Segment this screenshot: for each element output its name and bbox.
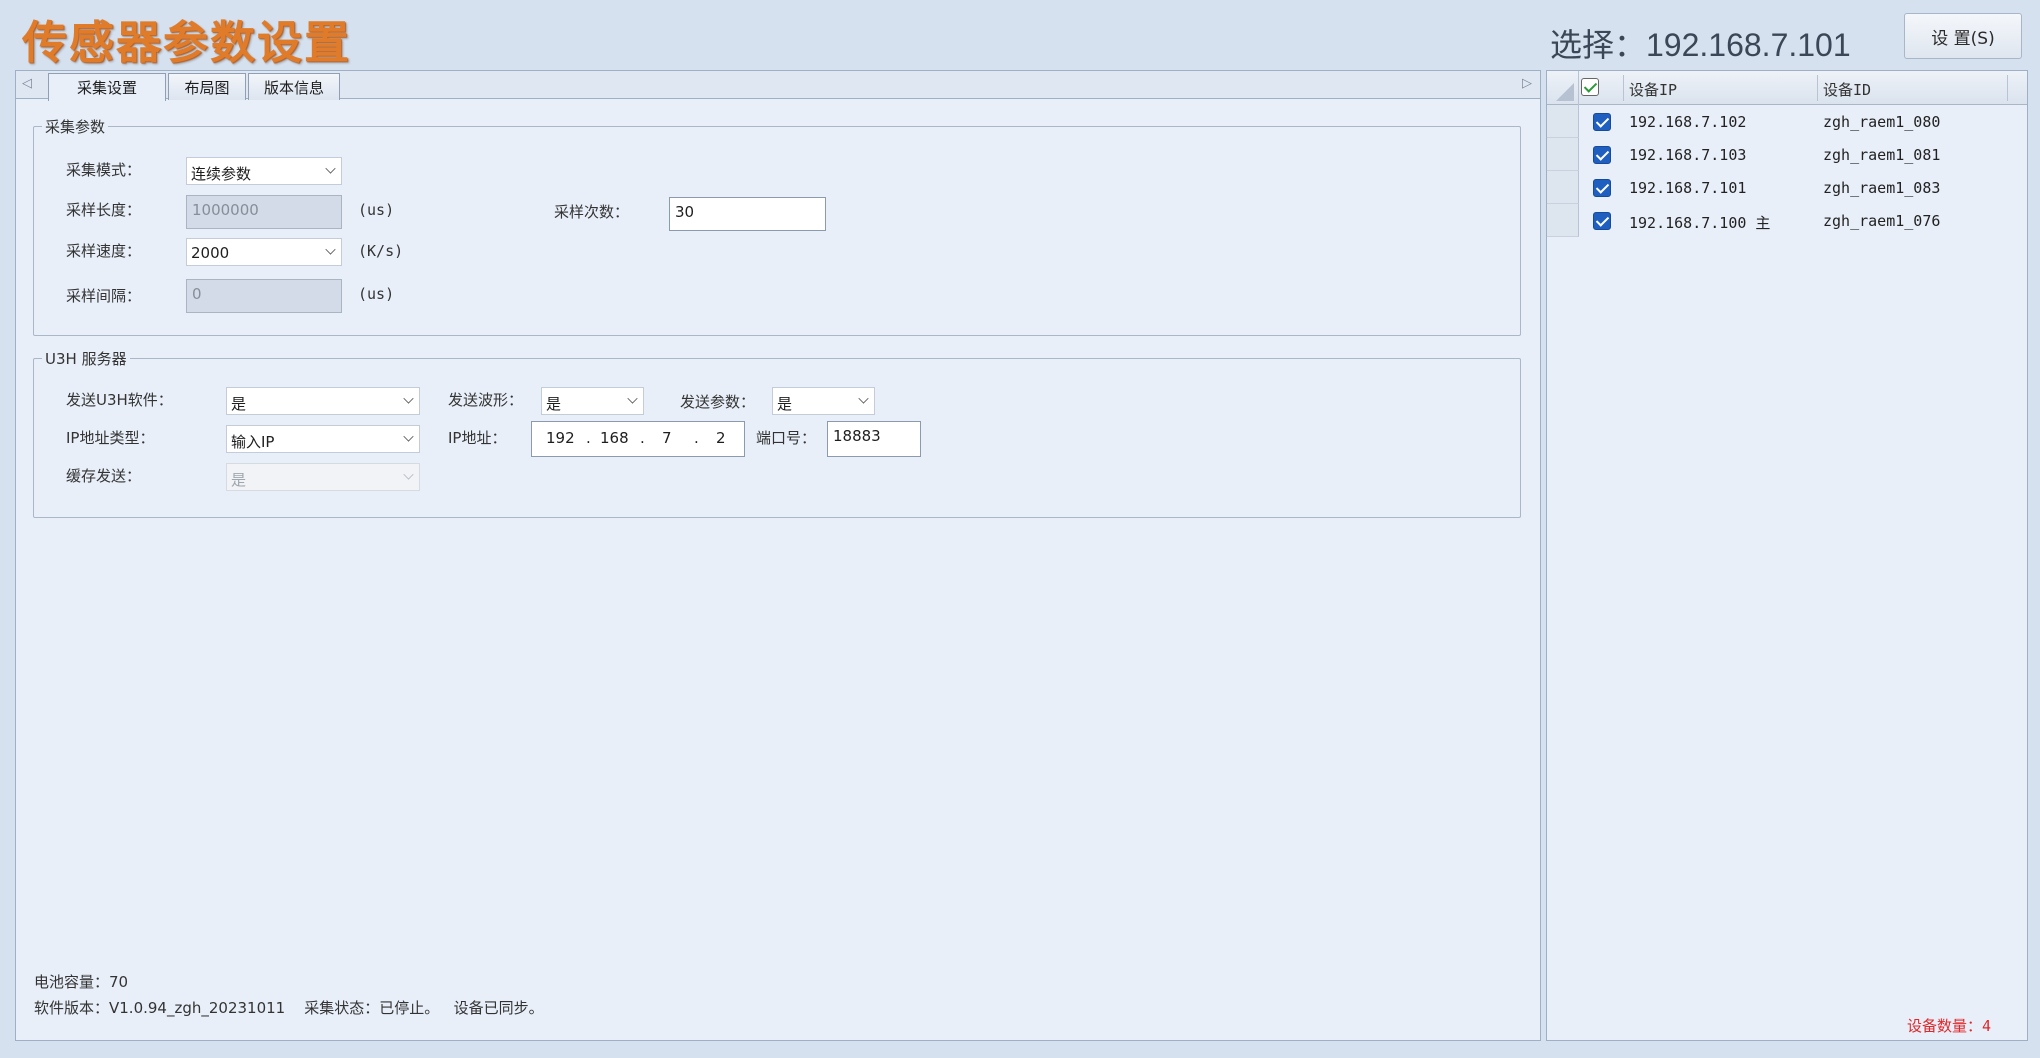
table-row[interactable]: 192.168.7.102 zgh_raem1_080 — [1547, 105, 2027, 138]
port-label: 端口号： — [756, 429, 817, 447]
device-id: zgh_raem1_080 — [1823, 113, 1941, 131]
send-wave-select[interactable]: 是 — [541, 387, 644, 415]
device-ip: 192.168.7.102 — [1629, 113, 1747, 131]
speed-select[interactable]: 2000 — [186, 238, 342, 266]
tab-bar: ◁ 采集设置 布局图 版本信息 ▷ — [16, 71, 1540, 101]
row-header[interactable] — [1547, 171, 1579, 204]
cache-value: 是 — [231, 471, 247, 489]
tab-scroll-right-icon[interactable]: ▷ — [1522, 76, 1532, 91]
count-label: 采样次数： — [554, 203, 630, 221]
mode-label: 采集模式： — [66, 161, 142, 179]
ip-type-select[interactable]: 输入IP — [226, 425, 420, 453]
length-field: 1000000 — [186, 195, 342, 229]
row-header[interactable] — [1547, 138, 1579, 171]
device-id: zgh_raem1_083 — [1823, 179, 1941, 197]
table-row[interactable]: 192.168.7.100 主 zgh_raem1_076 — [1547, 204, 2027, 237]
row-checkbox[interactable] — [1593, 179, 1611, 197]
send-param-label: 发送参数： — [680, 393, 756, 411]
length-label: 采样长度： — [66, 201, 142, 219]
port-field[interactable]: 18883 — [827, 421, 921, 457]
table-row[interactable]: 192.168.7.101 zgh_raem1_083 — [1547, 171, 2027, 204]
version-status: 软件版本：V1.0.94_zgh_20231011 采集状态：已停止。 设备已同… — [34, 999, 544, 1017]
chevron-down-icon — [627, 393, 638, 404]
interval-unit: (us) — [358, 285, 395, 303]
send-param-value: 是 — [777, 395, 793, 413]
server-legend: U3H 服务器 — [42, 348, 130, 369]
column-divider — [2007, 75, 2008, 101]
ip-dot: . — [640, 429, 645, 447]
ip-octet-1[interactable]: 192 — [546, 429, 575, 447]
device-ip: 192.168.7.100 主 — [1629, 214, 1771, 232]
ip-octet-2[interactable]: 168 — [600, 429, 629, 447]
ip-label: IP地址： — [448, 429, 507, 447]
send-u3h-select[interactable]: 是 — [226, 387, 420, 415]
tab-version[interactable]: 版本信息 — [248, 73, 340, 100]
acquisition-group: 采集参数 采集模式： 连续参数 采样长度： 1000000 (us) 采样次数：… — [33, 116, 1521, 336]
grid-header: 设备IP 设备ID — [1547, 71, 2027, 105]
device-id: zgh_raem1_076 — [1823, 212, 1941, 230]
ip-dot: . — [586, 429, 591, 447]
chevron-down-icon — [858, 393, 869, 404]
table-row[interactable]: 192.168.7.103 zgh_raem1_081 — [1547, 138, 2027, 171]
selected-device-label: 选择：192.168.7.101 — [1550, 27, 1851, 63]
server-group: U3H 服务器 发送U3H软件： 是 发送波形： 是 发送参数： 是 IP地址类… — [33, 348, 1521, 518]
select-all-checkbox[interactable] — [1581, 78, 1599, 96]
row-checkbox[interactable] — [1593, 146, 1611, 164]
speed-label: 采样速度： — [66, 242, 142, 260]
device-count: 设备数量：4 — [1906, 1017, 1991, 1035]
row-checkbox[interactable] — [1593, 113, 1611, 131]
row-checkbox[interactable] — [1593, 212, 1611, 230]
cache-label: 缓存发送： — [66, 467, 142, 485]
device-grid: 设备IP 设备ID 192.168.7.102 zgh_raem1_080 19… — [1546, 70, 2028, 1041]
chevron-down-icon — [403, 469, 414, 480]
column-divider — [1817, 75, 1818, 101]
send-param-select[interactable]: 是 — [772, 387, 875, 415]
chevron-down-icon — [403, 393, 414, 404]
tab-layout[interactable]: 布局图 — [168, 73, 246, 100]
app-title: 传感器参数设置 — [22, 16, 352, 69]
device-ip: 192.168.7.103 — [1629, 146, 1747, 164]
ip-octet-3[interactable]: 7 — [662, 429, 672, 447]
send-wave-value: 是 — [546, 395, 562, 413]
mode-select-value: 连续参数 — [191, 165, 252, 183]
count-field[interactable]: 30 — [669, 197, 826, 231]
interval-label: 采样间隔： — [66, 287, 142, 305]
device-ip: 192.168.7.101 — [1629, 179, 1747, 197]
speed-unit: (K/s) — [358, 242, 404, 260]
interval-field: 0 — [186, 279, 342, 313]
settings-panel: ◁ 采集设置 布局图 版本信息 ▷ 采集参数 采集模式： 连续参数 采样长度： … — [15, 70, 1541, 1041]
battery-status: 电池容量：70 — [34, 973, 129, 991]
column-divider — [1623, 75, 1624, 101]
cache-select: 是 — [226, 463, 420, 491]
settings-button[interactable]: 设 置(S) — [1904, 13, 2022, 59]
column-header-id[interactable]: 设备ID — [1823, 79, 1871, 100]
chevron-down-icon — [325, 244, 336, 255]
device-id: zgh_raem1_081 — [1823, 146, 1941, 164]
ip-address-input[interactable]: 192 . 168 . 7 . 2 — [531, 421, 745, 457]
send-u3h-label: 发送U3H软件： — [66, 391, 173, 409]
acquisition-legend: 采集参数 — [42, 116, 109, 137]
tab-scroll-left-icon[interactable]: ◁ — [22, 76, 32, 91]
mode-select[interactable]: 连续参数 — [186, 157, 342, 185]
ip-type-label: IP地址类型： — [66, 429, 155, 447]
row-header[interactable] — [1547, 105, 1579, 138]
send-u3h-value: 是 — [231, 395, 247, 413]
chevron-down-icon — [325, 163, 336, 174]
send-wave-label: 发送波形： — [448, 391, 524, 409]
chevron-down-icon — [403, 431, 414, 442]
ip-octet-4[interactable]: 2 — [716, 429, 726, 447]
column-header-ip[interactable]: 设备IP — [1629, 79, 1677, 100]
length-unit: (us) — [358, 201, 395, 219]
ip-dot: . — [694, 429, 699, 447]
speed-select-value: 2000 — [191, 244, 230, 262]
grid-corner[interactable] — [1547, 71, 1579, 105]
row-header[interactable] — [1547, 204, 1579, 237]
tab-acquisition[interactable]: 采集设置 — [48, 73, 166, 101]
ip-type-value: 输入IP — [231, 433, 275, 451]
